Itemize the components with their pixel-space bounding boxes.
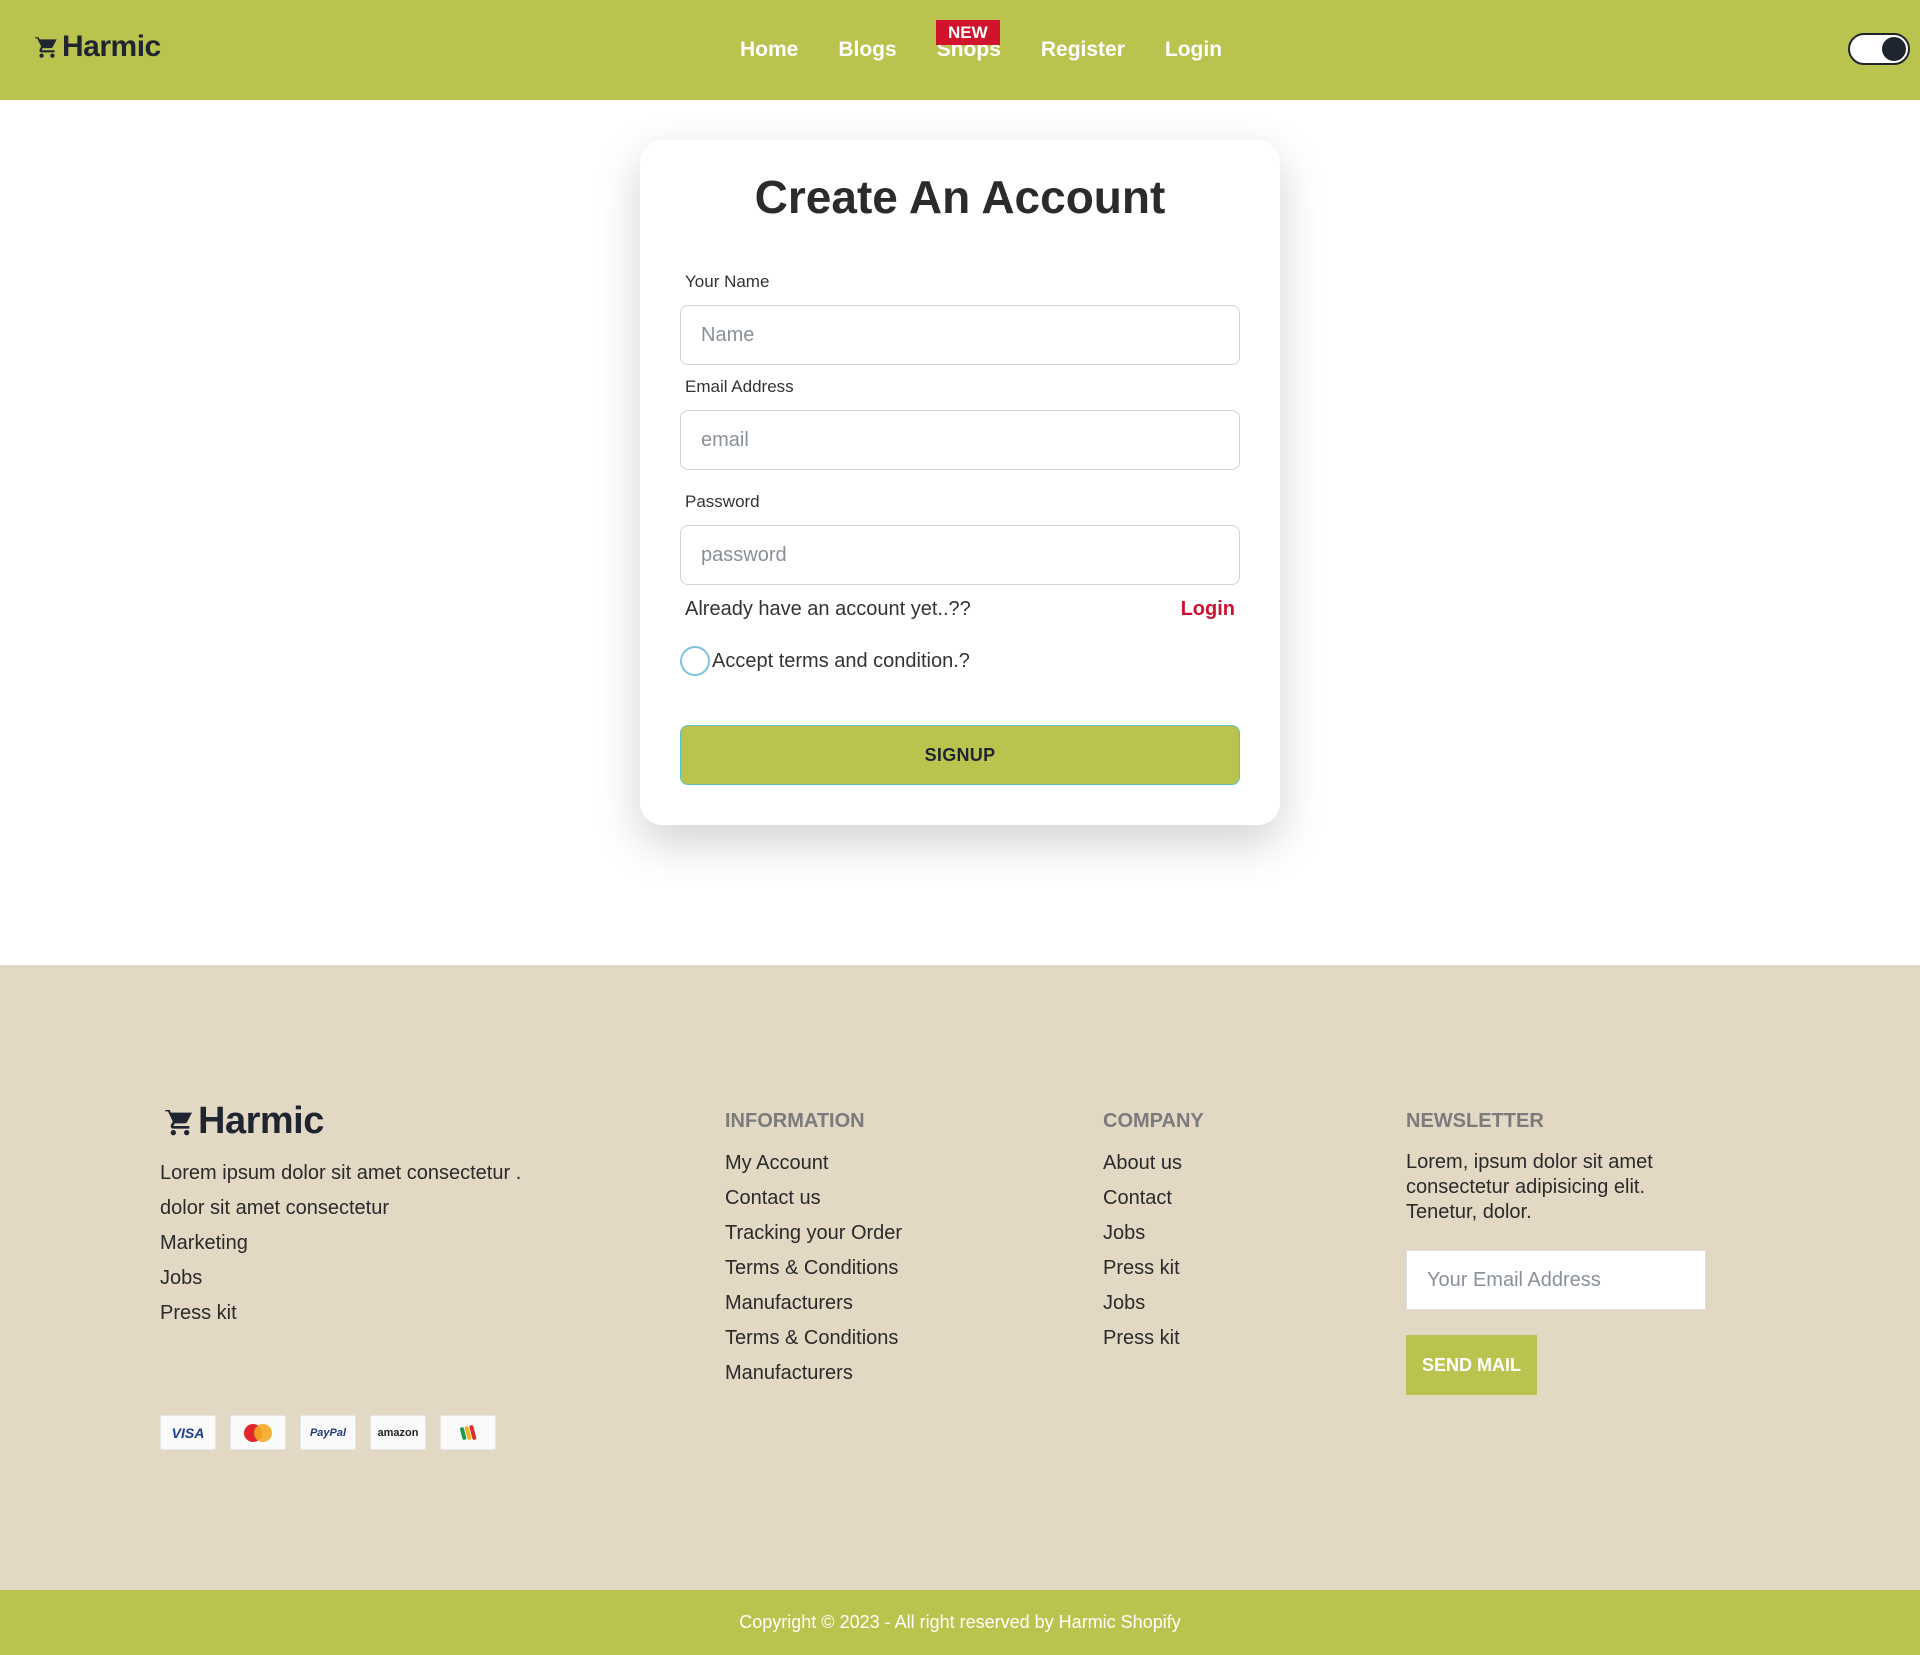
email-input[interactable] [680, 410, 1240, 470]
signup-card: Create An Account Your Name Email Addres… [640, 140, 1280, 825]
footer-about-line: Press kit [160, 1302, 237, 1324]
new-badge: NEW [936, 20, 1000, 45]
signup-button[interactable]: SIGNUP [680, 725, 1240, 785]
nav-blogs[interactable]: Blogs [838, 38, 896, 62]
password-label: Password [685, 492, 760, 511]
footer-about-line: Lorem ipsum dolor sit amet consectetur . [160, 1162, 522, 1184]
newsletter-text: Lorem, ipsum dolor sit amet consectetur … [1406, 1151, 1653, 1223]
footer-link-my-account[interactable]: My Account [725, 1152, 828, 1175]
brand-name: Harmic [62, 30, 161, 63]
footer-link-about-us[interactable]: About us [1103, 1152, 1182, 1175]
google-wallet-icon [440, 1415, 496, 1450]
information-heading: INFORMATION [725, 1110, 865, 1132]
footer-link-press-kit[interactable]: Press kit [1103, 1327, 1180, 1350]
cart-icon [35, 36, 57, 58]
nav-register[interactable]: Register [1041, 38, 1125, 62]
paypal-label: PayPal [309, 1426, 347, 1439]
wallet-logo [459, 1424, 477, 1440]
password-input[interactable] [680, 525, 1240, 585]
brand-logo[interactable]: Harmic [34, 30, 161, 64]
copyright-text: Copyright © 2023 - All right reserved by… [739, 1612, 1181, 1632]
newsletter-email-input[interactable] [1406, 1250, 1706, 1310]
mastercard-logo [244, 1423, 272, 1442]
terms-checkbox[interactable] [680, 646, 710, 676]
footer-link-tracking-order[interactable]: Tracking your Order [725, 1222, 902, 1245]
footer-about-line: Jobs [160, 1267, 203, 1289]
footer-link-jobs[interactable]: Jobs [1103, 1292, 1145, 1315]
terms-row: Accept terms and condition.? [680, 646, 970, 676]
footer-link-jobs[interactable]: Jobs [1103, 1222, 1145, 1245]
company-heading: COMPANY [1103, 1110, 1204, 1132]
footer-brand-name: Harmic [198, 1100, 324, 1142]
cart-icon [165, 1108, 192, 1135]
visa-icon: VISA [160, 1415, 216, 1450]
payment-icons: VISA PayPal amazon [160, 1415, 510, 1450]
terms-label: Accept terms and condition.? [712, 649, 970, 672]
footer: Harmic Lorem ipsum dolor sit amet consec… [0, 965, 1920, 1590]
footer-link-press-kit[interactable]: Press kit [1103, 1257, 1180, 1280]
already-account-text: Already have an account yet..?? [685, 598, 971, 620]
paypal-icon: PayPal [300, 1415, 356, 1450]
amazon-icon: amazon [370, 1415, 426, 1450]
amazon-label: amazon [377, 1426, 419, 1439]
email-label: Email Address [685, 377, 794, 396]
navbar: Harmic Home Blogs Shops Register Login N… [0, 0, 1920, 100]
footer-link-manufacturers[interactable]: Manufacturers [725, 1292, 853, 1315]
copyright-bar: Copyright © 2023 - All right reserved by… [0, 1590, 1920, 1655]
footer-link-contact-us[interactable]: Contact us [725, 1187, 821, 1210]
nav-login[interactable]: Login [1165, 38, 1222, 62]
footer-link-manufacturers[interactable]: Manufacturers [725, 1362, 853, 1385]
page-title: Create An Account [754, 171, 1166, 223]
footer-brand-logo[interactable]: Harmic [164, 1100, 324, 1143]
mastercard-icon [230, 1415, 286, 1450]
footer-link-terms[interactable]: Terms & Conditions [725, 1257, 898, 1280]
footer-link-terms[interactable]: Terms & Conditions [725, 1327, 898, 1350]
visa-label: VISA [171, 1424, 205, 1441]
newsletter-heading: NEWSLETTER [1406, 1110, 1544, 1132]
nav-home[interactable]: Home [740, 38, 798, 62]
send-mail-button[interactable]: SEND MAIL [1406, 1335, 1537, 1395]
theme-toggle[interactable] [1848, 33, 1910, 65]
toggle-knob [1882, 37, 1906, 61]
footer-about-line: Marketing [160, 1232, 248, 1254]
name-input[interactable] [680, 305, 1240, 365]
footer-about-line: dolor sit amet consectetur [160, 1197, 389, 1219]
login-link[interactable]: Login [1181, 598, 1235, 621]
nav-links: Home Blogs Shops Register Login [720, 0, 1242, 100]
name-label: Your Name [685, 272, 770, 291]
footer-link-contact[interactable]: Contact [1103, 1187, 1172, 1210]
